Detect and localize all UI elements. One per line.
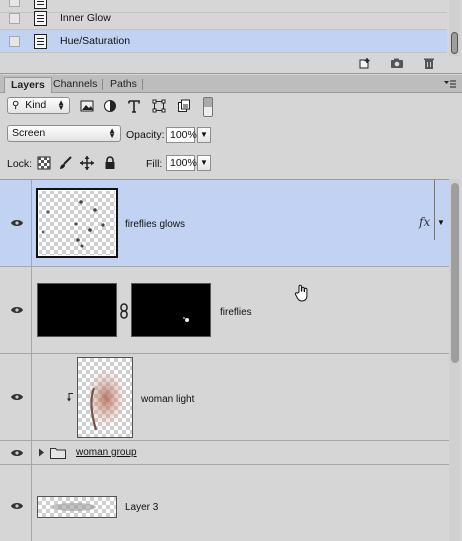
fill-input[interactable]: 100% xyxy=(166,155,197,171)
layer-thumbnail[interactable] xyxy=(37,283,117,337)
folder-icon xyxy=(50,448,66,459)
blend-mode-value: Screen xyxy=(12,127,46,139)
hand-cursor-icon xyxy=(294,284,308,302)
eye-icon[interactable] xyxy=(11,219,23,227)
layer-name[interactable]: Layer 3 xyxy=(125,502,158,513)
blend-mode-select[interactable]: Screen ▲ ▼ xyxy=(7,125,121,142)
layer-name[interactable]: woman light xyxy=(141,394,194,405)
history-item-label: Inner Glow xyxy=(60,12,111,24)
history-item-hue-saturation[interactable]: Hue/Saturation xyxy=(0,30,447,53)
layer-effects-fx-icon[interactable]: fx xyxy=(419,215,430,229)
lock-transparency-icon[interactable] xyxy=(37,156,51,170)
layers-list: fireflies glows fx ▼ fireflies woman lig… xyxy=(0,179,449,541)
camera-icon[interactable] xyxy=(390,57,404,69)
fill-dropdown-button[interactable]: ▼ xyxy=(197,155,211,171)
tab-channels[interactable]: Channels xyxy=(47,77,103,93)
fill-label: Fill: xyxy=(146,158,163,170)
panel-menu-icon[interactable] xyxy=(444,80,456,88)
stepper-arrows-icon: ▲ ▼ xyxy=(108,126,116,140)
woman-light-glow-image xyxy=(86,368,126,431)
history-item-label: Hue/Saturation xyxy=(60,35,131,47)
eye-icon[interactable] xyxy=(11,393,23,401)
eye-icon[interactable] xyxy=(11,502,23,510)
shape-layer-filter-icon[interactable] xyxy=(152,99,166,113)
eye-icon[interactable] xyxy=(11,449,23,457)
visibility-toggle[interactable] xyxy=(0,180,32,266)
layer-row-fireflies-glows[interactable]: fireflies glows fx ▼ xyxy=(0,180,449,267)
layer-thumbnail[interactable] xyxy=(36,188,118,258)
opacity-label: Opacity: xyxy=(126,129,165,141)
layer-mask-thumbnail[interactable] xyxy=(131,283,211,337)
stepper-arrows-icon: ▲ ▼ xyxy=(57,98,65,112)
history-scroll-thumb[interactable] xyxy=(451,32,458,54)
history-panel: Inner Glow Hue/Saturation xyxy=(0,0,462,74)
history-checkbox[interactable] xyxy=(9,0,20,7)
trash-icon[interactable] xyxy=(422,57,436,69)
opacity-dropdown-button[interactable]: ▼ xyxy=(197,127,211,143)
panel-tabs: Layers Channels Paths xyxy=(0,75,462,93)
new-document-from-state-icon[interactable] xyxy=(358,57,372,69)
tab-divider xyxy=(102,79,103,90)
clipping-mask-arrow-icon xyxy=(67,393,73,402)
history-item-inner-glow[interactable]: Inner Glow xyxy=(0,7,447,30)
layers-scrollbar[interactable] xyxy=(449,179,460,541)
filter-toggle-switch[interactable] xyxy=(203,97,213,117)
layer-row-scroll-edge xyxy=(434,180,435,240)
history-checkbox[interactable] xyxy=(9,12,20,24)
visibility-toggle[interactable] xyxy=(0,465,32,541)
mask-speck-image xyxy=(183,317,189,322)
eye-icon[interactable] xyxy=(11,306,23,314)
layer-group-woman-group[interactable]: woman group xyxy=(0,441,449,465)
lock-row: Lock: Fill: 100% ▼ xyxy=(0,149,462,178)
history-state-icon xyxy=(34,10,47,26)
expand-group-triangle-icon[interactable] xyxy=(38,448,45,457)
history-state-icon xyxy=(34,33,47,49)
layer-name[interactable]: fireflies xyxy=(220,307,252,318)
smart-object-filter-icon[interactable] xyxy=(177,99,191,113)
fireflies-dots-image xyxy=(41,200,105,248)
visibility-toggle[interactable] xyxy=(0,441,32,464)
history-checkbox[interactable] xyxy=(9,35,20,47)
visibility-toggle[interactable] xyxy=(0,354,32,440)
pixel-layer-filter-icon[interactable] xyxy=(80,99,94,113)
layer-thumbnail[interactable] xyxy=(77,357,133,438)
adjustment-layer-filter-icon[interactable] xyxy=(103,99,117,113)
lock-position-move-icon[interactable] xyxy=(80,156,94,170)
visibility-toggle[interactable] xyxy=(0,267,32,353)
lock-image-pixels-brush-icon[interactable] xyxy=(58,156,72,170)
opacity-input[interactable]: 100% xyxy=(166,127,197,143)
mask-link-chain-icon[interactable] xyxy=(119,303,129,319)
layer-row-layer-3[interactable]: Layer 3 xyxy=(0,465,449,541)
tab-divider xyxy=(142,79,143,90)
layers-scroll-thumb[interactable] xyxy=(451,183,459,363)
blend-row: Screen ▲ ▼ Opacity: 100% ▼ xyxy=(0,121,462,150)
lock-all-padlock-icon[interactable] xyxy=(103,156,117,170)
filter-row: ⚲ Kind ▲ ▼ xyxy=(0,93,462,122)
tab-layers[interactable]: Layers xyxy=(4,77,52,93)
layer-row-woman-light[interactable]: woman light xyxy=(0,354,449,441)
layer-name[interactable]: fireflies glows xyxy=(125,219,185,230)
layer-row-fireflies[interactable]: fireflies xyxy=(0,267,449,354)
lock-label: Lock: xyxy=(7,158,33,170)
expand-effects-arrow-icon[interactable]: ▼ xyxy=(437,218,445,227)
type-layer-filter-icon[interactable] xyxy=(127,99,141,113)
layer-3-blur-image xyxy=(52,503,96,511)
history-toolbar xyxy=(358,57,436,69)
search-icon: ⚲ xyxy=(12,100,20,111)
history-scrollbar[interactable] xyxy=(449,0,460,56)
filter-kind-label: Kind xyxy=(25,99,47,111)
layer-name[interactable]: woman group xyxy=(76,447,137,458)
layer-thumbnail[interactable] xyxy=(37,496,117,518)
filter-kind-select[interactable]: ⚲ Kind ▲ ▼ xyxy=(7,97,70,114)
tab-paths[interactable]: Paths xyxy=(104,77,143,93)
